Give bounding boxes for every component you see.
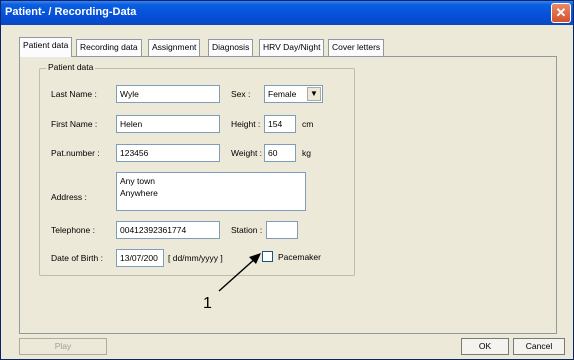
telephone-field[interactable]: 00412392361774: [116, 221, 220, 239]
pacemaker-label: Pacemaker: [278, 252, 321, 262]
tab-recording-data[interactable]: Recording data: [76, 39, 142, 56]
callout-number: 1: [203, 295, 212, 312]
weight-label: Weight :: [231, 148, 263, 158]
height-label: Height :: [231, 119, 261, 129]
sex-label: Sex :: [231, 89, 251, 99]
first-name-field[interactable]: Helen: [116, 115, 220, 133]
tab-hrv-day-night[interactable]: HRV Day/Night: [259, 39, 325, 56]
pat-number-field[interactable]: 123456: [116, 144, 220, 162]
window-title: Patient- / Recording-Data: [5, 6, 137, 18]
telephone-label: Telephone :: [51, 225, 95, 235]
pat-number-label: Pat.number :: [51, 148, 100, 158]
weight-field[interactable]: 60: [264, 144, 296, 162]
sex-select[interactable]: Female ▼: [264, 85, 323, 103]
tab-patient-data[interactable]: Patient data: [19, 37, 73, 57]
patient-recording-dialog: Patient- / Recording-Data ✕ Patient data…: [0, 0, 574, 360]
station-label: Station :: [231, 225, 263, 235]
tab-cover-letters[interactable]: Cover letters: [328, 39, 385, 56]
address-label: Address :: [51, 192, 87, 202]
title-bar[interactable]: Patient- / Recording-Data ✕: [1, 1, 573, 25]
last-name-field[interactable]: Wyle: [116, 85, 220, 103]
play-button[interactable]: Play: [19, 338, 107, 355]
station-field[interactable]: [266, 221, 298, 239]
button-bar: Play OK Cancel: [1, 338, 573, 359]
tab-assignment[interactable]: Assignment: [148, 39, 201, 56]
callout-arrow-icon: [218, 253, 261, 292]
chevron-down-icon[interactable]: ▼: [307, 87, 321, 101]
tab-diagnosis[interactable]: Diagnosis: [208, 39, 254, 56]
height-unit: cm: [302, 119, 314, 129]
first-name-label: First Name :: [51, 119, 98, 129]
cancel-button[interactable]: Cancel: [513, 338, 565, 355]
last-name-label: Last Name :: [51, 89, 97, 99]
weight-unit: kg: [302, 148, 311, 158]
dob-label: Date of Birth :: [51, 253, 103, 263]
patient-data-group: Patient data Last Name : Wyle First Name…: [39, 62, 355, 276]
address-field[interactable]: Any town Anywhere: [116, 172, 306, 211]
dob-field[interactable]: 13/07/200: [116, 249, 164, 267]
height-field[interactable]: 154: [264, 115, 296, 133]
close-icon[interactable]: ✕: [551, 3, 571, 23]
group-title: Patient data: [46, 62, 96, 72]
patient-data-panel: Patient data Last Name : Wyle First Name…: [19, 56, 557, 334]
sex-select-value: Female: [268, 89, 297, 99]
ok-button[interactable]: OK: [461, 338, 509, 355]
